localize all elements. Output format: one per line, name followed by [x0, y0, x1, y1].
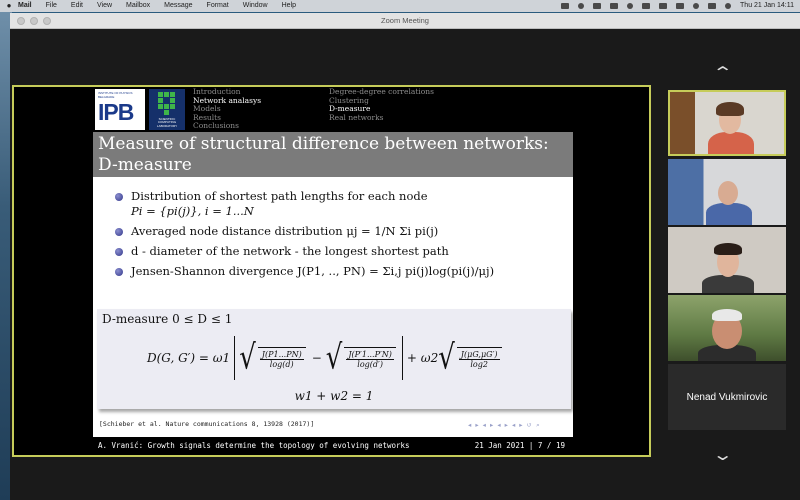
- chevron-down-icon[interactable]: ⌄: [712, 445, 733, 465]
- participant-video[interactable]: [668, 227, 786, 293]
- menu-window[interactable]: Window: [243, 0, 268, 12]
- menu-view[interactable]: View: [97, 0, 112, 12]
- bullet-text: Averaged node distance distribution μj =…: [131, 224, 439, 238]
- nav-real-networks[interactable]: Real networks: [329, 113, 434, 123]
- search-icon[interactable]: [693, 3, 700, 9]
- window-title: Zoom Meeting: [381, 16, 429, 25]
- sqrt-term: √ J(P′1...P′N) log(d′): [326, 341, 398, 375]
- fraction-numerator: J(P1...PN): [259, 350, 304, 360]
- sqrt-term: √ J(P1...PN) log(d): [239, 341, 308, 375]
- fraction-numerator: J(P′1...P′N): [346, 350, 394, 360]
- menu-file[interactable]: File: [46, 0, 57, 12]
- ipb-logo: INSTITUTE OF PHYSICS BELGRADE IPB: [95, 89, 145, 130]
- menu-format[interactable]: Format: [207, 0, 229, 12]
- equation-lhs: D(G, G′) = ω1: [147, 351, 231, 365]
- absolute-value: √ J(P1...PN) log(d) − √ J(P′1...P′N) log…: [234, 336, 403, 380]
- participant-video[interactable]: [668, 159, 786, 225]
- presentation-slide: INSTITUTE OF PHYSICS BELGRADE IPB SCIENT…: [93, 87, 573, 455]
- sqrt-term: √ J(μG,μG′) log2: [438, 341, 503, 375]
- menubar-clock[interactable]: Thu 21 Jan 14:11: [740, 0, 794, 12]
- weight-constraint: w1 + w2 = 1: [294, 389, 374, 403]
- bullet-item: Averaged node distance distribution μj =…: [111, 224, 566, 239]
- menu-app-mail[interactable]: Mail: [18, 0, 32, 12]
- block-heading: D-measure 0 ≤ D ≤ 1: [102, 312, 233, 326]
- scl-logo-dots: [158, 92, 176, 115]
- window-titlebar: Zoom Meeting: [10, 13, 800, 29]
- participant-name: Nenad Vukmirovic: [686, 391, 768, 403]
- wifi-icon[interactable]: [659, 3, 668, 9]
- apple-icon[interactable]: ●: [0, 0, 18, 12]
- slide-footer: A. Vranić: Growth signals determine the …: [93, 437, 573, 455]
- slide-title: Measure of structural difference between…: [93, 132, 573, 177]
- slide-subsection-nav: Degree-degree correlations Clustering D-…: [329, 87, 434, 123]
- menu-bar: ● Mail File Edit View Mailbox Message Fo…: [0, 0, 800, 12]
- d-measure-equation: D(G, G′) = ω1 √ J(P1...PN) log(d) − √ J(…: [147, 333, 547, 383]
- bluetooth-icon[interactable]: [642, 3, 651, 9]
- minus-sign: −: [311, 351, 322, 365]
- status-icon[interactable]: [627, 3, 634, 9]
- chevron-up-icon[interactable]: ⌃: [712, 63, 733, 83]
- beamer-nav-icons[interactable]: ◂ ▸ ◂ ▸ ◂ ▸ ◂ ▸ ↺ ⌕: [468, 421, 541, 430]
- participant-video-speaker[interactable]: [668, 90, 786, 156]
- status-icon[interactable]: [561, 3, 570, 9]
- avatar: [718, 181, 738, 205]
- dropbox-icon[interactable]: [593, 3, 602, 9]
- control-center-icon[interactable]: [708, 3, 717, 9]
- bullet-text: d - diameter of the network - the longes…: [131, 244, 449, 258]
- bullet-text: Jensen-Shannon divergence J(P1, .., PN) …: [131, 264, 495, 278]
- citation: [Schieber et al. Nature communications 8…: [99, 420, 315, 428]
- slide-header: INSTITUTE OF PHYSICS BELGRADE IPB SCIENT…: [93, 87, 573, 132]
- fraction-numerator: J(μG,μG′): [458, 350, 500, 360]
- zoom-window: Zoom Meeting INSTITUTE OF PHYSICS BELGRA…: [10, 13, 800, 500]
- menu-help[interactable]: Help: [282, 0, 296, 12]
- equation-plus-w2: + ω2: [406, 351, 439, 365]
- bullet-text: Distribution of shortest path lengths fo…: [131, 189, 428, 203]
- footer-title: A. Vranić: Growth signals determine the …: [98, 441, 410, 450]
- menu-message[interactable]: Message: [164, 0, 192, 12]
- bullet-item: d - diameter of the network - the longes…: [111, 244, 566, 259]
- scl-logo: SCIENTIFIC COMPUTING LABORATORY: [149, 89, 185, 130]
- status-icon[interactable]: [610, 3, 619, 9]
- fraction-denominator: log(d): [269, 360, 294, 369]
- participant-name-tile[interactable]: Nenad Vukmirovic: [668, 364, 786, 430]
- d-measure-block: D-measure 0 ≤ D ≤ 1 D(G, G′) = ω1 √ J(P1…: [97, 309, 571, 409]
- bullet-item: Jensen-Shannon divergence J(P1, .., PN) …: [111, 264, 566, 279]
- footer-date-page: 21 Jan 2021 | 7 / 19: [474, 441, 565, 450]
- ipb-logo-caption: INSTITUTE OF PHYSICS BELGRADE: [98, 91, 133, 99]
- battery-icon[interactable]: [676, 3, 685, 9]
- scl-logo-caption: SCIENTIFIC COMPUTING LABORATORY: [156, 116, 178, 128]
- fraction-denominator: log(d′): [357, 360, 383, 369]
- status-icon[interactable]: [578, 3, 585, 9]
- slide-section-nav: Introduction Network analasys Models Res…: [193, 87, 261, 131]
- bullet-formula: Pi = {pi(j)}, i = 1...N: [131, 204, 254, 218]
- fraction-denominator: log2: [470, 360, 488, 369]
- user-icon[interactable]: [725, 3, 732, 9]
- nav-conclusions[interactable]: Conclusions: [193, 121, 261, 131]
- shared-screen[interactable]: INSTITUTE OF PHYSICS BELGRADE IPB SCIENT…: [12, 85, 651, 457]
- bullet-item: Distribution of shortest path lengths fo…: [111, 189, 566, 219]
- menu-mailbox[interactable]: Mailbox: [126, 0, 150, 12]
- menu-edit[interactable]: Edit: [71, 0, 83, 12]
- bullet-list: Distribution of shortest path lengths fo…: [111, 189, 566, 284]
- participant-video[interactable]: [668, 295, 786, 361]
- ipb-logo-mark: IPB: [98, 99, 134, 125]
